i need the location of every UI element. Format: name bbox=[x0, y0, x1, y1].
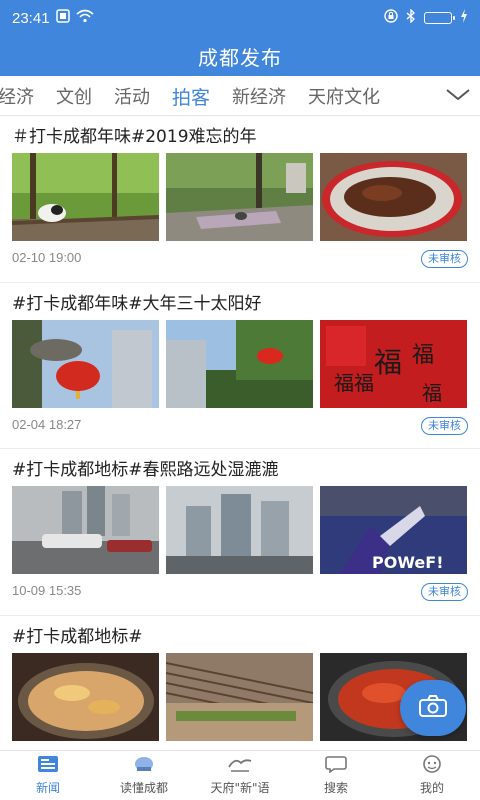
status-badge: 未审核 bbox=[421, 583, 468, 601]
post-card[interactable]: #打卡成都地标# bbox=[0, 616, 480, 751]
status-badge: 未审核 bbox=[421, 250, 468, 268]
post-card[interactable]: #打卡成都年味#大年三十太阳好 福 福 福福 福 02-04 18:27 未审核 bbox=[0, 283, 480, 449]
post-title[interactable]: #打卡成都地标# bbox=[12, 622, 143, 647]
bottom-navigation: 新闻 读懂成都 天府"新"语 搜索 我的 bbox=[0, 750, 480, 800]
tab-economy[interactable]: 经济 bbox=[0, 83, 34, 109]
power-sign-text: POWeF! bbox=[372, 553, 443, 572]
tab-events[interactable]: 活动 bbox=[114, 83, 150, 109]
fu-character: 福福 bbox=[334, 371, 374, 395]
nav-item-search[interactable]: 搜索 bbox=[288, 751, 384, 800]
tab-culture-creative[interactable]: 文创 bbox=[56, 83, 92, 109]
category-tabs: 经济 文创 活动 拍客 新经济 天府文化 bbox=[0, 76, 480, 116]
bluetooth-icon bbox=[406, 8, 416, 27]
status-time: 23:41 bbox=[12, 9, 50, 27]
nav-label: 天府"新"语 bbox=[210, 781, 270, 795]
battery-icon bbox=[424, 12, 455, 24]
post-feed: ＃打卡成都年味#2019难忘的年 02-10 19:00 未审核 #打卡成都年味… bbox=[0, 116, 480, 750]
tianfu-icon bbox=[227, 755, 253, 777]
tabs-expand-button[interactable] bbox=[436, 76, 480, 115]
chevron-down-icon bbox=[445, 87, 471, 106]
tab-new-economy[interactable]: 新经济 bbox=[232, 83, 286, 109]
post-date: 10-09 15:35 bbox=[12, 583, 82, 598]
nav-label: 新闻 bbox=[35, 781, 60, 795]
post-date: 02-04 18:27 bbox=[12, 416, 82, 432]
post-card[interactable]: ＃打卡成都年味#2019难忘的年 02-10 19:00 未审核 bbox=[0, 116, 480, 283]
lock-icon bbox=[384, 9, 398, 27]
nav-label: 搜索 bbox=[323, 781, 348, 795]
post-photo-food-plate[interactable] bbox=[320, 153, 467, 241]
post-title[interactable]: ＃打卡成都年味#2019难忘的年 bbox=[12, 122, 257, 147]
tab-paike[interactable]: 拍客 bbox=[172, 83, 210, 110]
nav-item-understand-chengdu[interactable]: 读懂成都 bbox=[96, 751, 192, 800]
nav-label: 读懂成都 bbox=[119, 781, 168, 795]
profile-icon bbox=[421, 755, 443, 777]
status-bar: 23:41 bbox=[0, 0, 480, 36]
fu-character: 福 bbox=[374, 346, 402, 379]
app-title: 成都发布 bbox=[198, 45, 282, 70]
status-badge: 未审核 bbox=[421, 416, 468, 435]
post-date: 02-10 19:00 bbox=[12, 250, 82, 265]
post-photo-lantern-building[interactable] bbox=[166, 319, 313, 408]
camera-button[interactable] bbox=[400, 680, 466, 736]
post-photo-panda-in-forest[interactable] bbox=[12, 153, 159, 241]
post-card[interactable]: #打卡成都地标#春熙路远处湿漉漉 POWeF! 10-09 15:35 未审核 bbox=[0, 449, 480, 616]
post-photo-rainy-street[interactable] bbox=[12, 486, 159, 574]
post-photo-power-sign[interactable]: POWeF! bbox=[320, 486, 467, 574]
charging-icon bbox=[460, 9, 468, 27]
fu-character: 福 bbox=[422, 381, 442, 405]
nav-item-tianfu-xinyu[interactable]: 天府"新"语 bbox=[192, 751, 288, 800]
chengdu-icon bbox=[133, 755, 155, 777]
post-photo-hotpot[interactable] bbox=[12, 652, 159, 741]
post-title[interactable]: #打卡成都年味#大年三十太阳好 bbox=[12, 289, 262, 314]
app-header: 成都发布 bbox=[0, 36, 480, 76]
fu-character: 福 bbox=[412, 343, 434, 368]
wifi-icon bbox=[76, 9, 94, 27]
post-photo-panda-platform[interactable] bbox=[166, 153, 313, 241]
post-photo-red-lanterns[interactable] bbox=[12, 319, 159, 408]
camera-icon bbox=[418, 694, 448, 722]
tab-tianfu-culture[interactable]: 天府文化 bbox=[308, 83, 380, 109]
search-icon bbox=[325, 755, 347, 777]
nav-item-news[interactable]: 新闻 bbox=[0, 751, 96, 800]
post-photo-fu-couplets[interactable]: 福 福 福福 福 bbox=[320, 319, 467, 408]
notification-icon bbox=[55, 9, 70, 27]
news-icon bbox=[37, 755, 59, 777]
post-photo-skyscrapers[interactable] bbox=[166, 486, 313, 574]
post-photo-skewers[interactable] bbox=[166, 652, 313, 741]
nav-label: 我的 bbox=[419, 781, 444, 795]
post-title[interactable]: #打卡成都地标#春熙路远处湿漉漉 bbox=[12, 455, 279, 480]
nav-item-profile[interactable]: 我的 bbox=[384, 751, 480, 800]
